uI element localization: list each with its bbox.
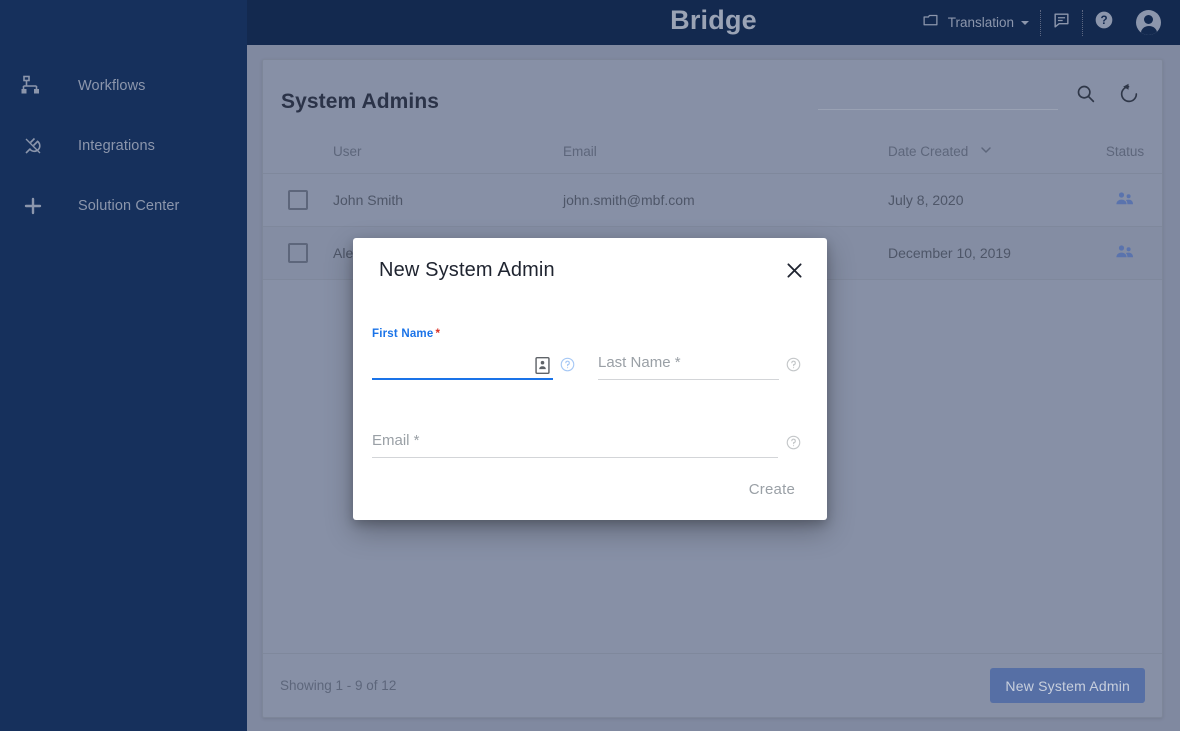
help-button[interactable]: ? [1083, 0, 1125, 45]
search-button[interactable] [1068, 79, 1102, 113]
last-name-field [598, 352, 780, 380]
email-field [372, 430, 778, 458]
card-header: System Admins [263, 60, 1162, 130]
plug-icon [18, 131, 48, 161]
column-header-date-created[interactable]: Date Created [888, 142, 1088, 161]
translation-selector[interactable]: Translation [911, 0, 1040, 45]
dialog-header: New System Admin [353, 238, 827, 302]
workflow-icon [18, 71, 48, 101]
page-title: System Admins [281, 90, 440, 114]
column-header-date-created-label: Date Created [888, 144, 969, 159]
showing-count: Showing 1 - 9 of 12 [280, 678, 397, 693]
dialog-footer: Create [353, 458, 827, 520]
cell-email: john.smith@mbf.com [563, 192, 695, 208]
dialog-body: First Name * [353, 302, 827, 458]
people-icon [1113, 240, 1137, 267]
cell-date-created: December 10, 2019 [888, 245, 1011, 261]
help-circle-icon [560, 357, 575, 377]
chevron-down-icon [978, 142, 994, 161]
dialog-title: New System Admin [379, 258, 555, 281]
top-header: Bridge Translation ? [247, 0, 1180, 45]
translation-label: Translation [947, 15, 1014, 30]
create-button[interactable]: Create [743, 473, 801, 506]
table-header-row: User Email Date Created Status [263, 130, 1162, 174]
sidebar-item-workflows[interactable]: Workflows [0, 56, 247, 116]
sidebar-item-label: Integrations [78, 138, 155, 154]
close-icon[interactable] [779, 255, 809, 285]
feedback-icon [1052, 11, 1071, 35]
search-field-wrapper [818, 88, 1058, 110]
row-checkbox[interactable] [288, 243, 308, 263]
last-name-help-button[interactable] [779, 357, 808, 380]
help-circle-icon [786, 435, 801, 455]
cell-date-created: July 8, 2020 [888, 192, 964, 208]
first-name-field: First Name * [372, 328, 554, 380]
sidebar-items: Workflows Integrations Solution Center [0, 0, 247, 236]
email-input[interactable] [372, 430, 778, 458]
contact-card-icon[interactable] [534, 356, 551, 375]
column-header-email[interactable]: Email [563, 144, 888, 159]
sidebar: Workflows Integrations Solution Center [0, 0, 247, 731]
app-root: Workflows Integrations Solution Center B… [0, 0, 1180, 731]
new-system-admin-dialog: New System Admin First Name * Last Name … [353, 238, 827, 520]
search-icon [1075, 83, 1096, 109]
plus-icon [18, 191, 48, 221]
refresh-icon [1118, 83, 1140, 110]
sidebar-item-label: Solution Center [78, 198, 180, 214]
row-select-cell [263, 243, 333, 263]
new-system-admin-button[interactable]: New System Admin [990, 668, 1145, 703]
topbar-actions: Translation ? [911, 0, 1172, 45]
help-circle-icon [786, 357, 801, 377]
people-icon [1113, 187, 1137, 214]
search-input[interactable] [818, 88, 1058, 108]
first-name-help-button[interactable] [553, 357, 582, 380]
sidebar-item-solution-center[interactable]: Solution Center [0, 176, 247, 236]
row-checkbox[interactable] [288, 190, 308, 210]
table-row[interactable]: John Smith john.smith@mbf.com July 8, 20… [263, 174, 1162, 227]
sidebar-item-integrations[interactable]: Integrations [0, 116, 247, 176]
chevron-down-icon [1021, 20, 1029, 25]
row-select-cell [263, 190, 333, 210]
email-help-button[interactable] [778, 435, 808, 458]
account-button[interactable] [1125, 0, 1172, 45]
first-name-label: First Name * [372, 328, 441, 340]
help-icon: ? [1094, 10, 1114, 35]
cell-status[interactable] [1088, 240, 1162, 267]
svg-text:?: ? [1100, 14, 1107, 27]
cell-status[interactable] [1088, 187, 1162, 214]
first-name-input[interactable] [372, 352, 554, 380]
name-field-row: First Name * [372, 302, 808, 380]
refresh-button[interactable] [1112, 79, 1146, 113]
card-footer: Showing 1 - 9 of 12 New System Admin [263, 653, 1162, 717]
cell-user: John Smith [333, 192, 404, 208]
column-header-status: Status [1105, 144, 1145, 159]
sidebar-item-label: Workflows [78, 78, 146, 94]
window-icon [922, 12, 939, 34]
last-name-input[interactable] [598, 352, 780, 380]
account-avatar-icon [1136, 10, 1161, 35]
feedback-button[interactable] [1041, 0, 1082, 45]
column-header-user[interactable]: User [333, 144, 563, 159]
email-field-row [372, 380, 808, 458]
